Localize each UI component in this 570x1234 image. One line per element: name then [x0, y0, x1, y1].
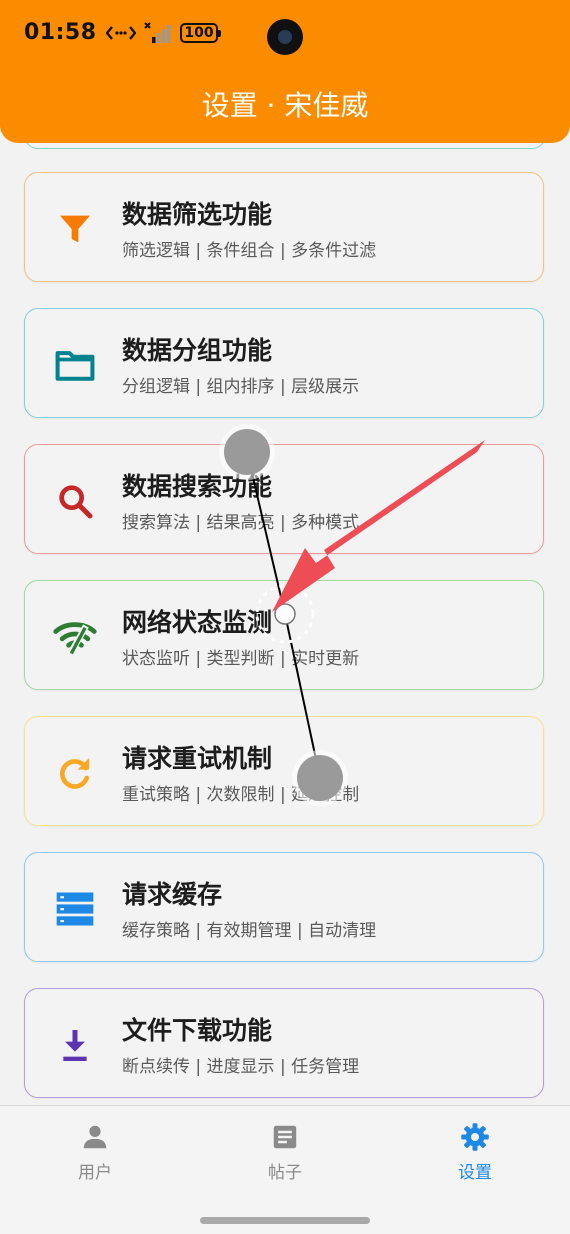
battery-icon: 100 — [180, 23, 221, 43]
filter-icon — [52, 206, 98, 252]
page-title: 设置 · 宋佳威 — [201, 89, 369, 122]
signal-icon — [144, 22, 171, 43]
feature-list[interactable]: 数据筛选功能筛选逻辑 | 条件组合 | 多条件过滤数据分组功能分组逻辑 | 组内… — [0, 143, 570, 1105]
feature-subtitle: 筛选逻辑 | 条件组合 | 多条件过滤 — [122, 241, 377, 261]
feature-title: 数据搜索功能 — [122, 472, 273, 501]
feature-title: 数据分组功能 — [122, 336, 273, 365]
home-indicator[interactable] — [200, 1217, 370, 1224]
feature-card[interactable]: 请求缓存缓存策略 | 有效期管理 | 自动清理 — [24, 852, 544, 962]
previous-card-edge[interactable] — [24, 143, 546, 149]
nav-item-settings[interactable]: 设置 — [415, 1122, 535, 1183]
folder-icon — [52, 342, 98, 388]
feature-card[interactable]: 数据筛选功能筛选逻辑 | 条件组合 | 多条件过滤 — [24, 172, 544, 282]
article-icon — [273, 1125, 297, 1149]
nav-label-settings: 设置 — [458, 1163, 492, 1183]
feature-subtitle: 分组逻辑 | 组内排序 | 层级展示 — [122, 377, 360, 397]
feature-subtitle: 缓存策略 | 有效期管理 | 自动清理 — [122, 921, 377, 941]
feature-title: 网络状态监测 — [122, 608, 273, 637]
gear-icon — [461, 1123, 489, 1151]
storage-icon — [52, 886, 98, 932]
nav-label-users: 用户 — [78, 1163, 112, 1183]
feature-card[interactable]: 网络状态监测状态监听 | 类型判断 | 实时更新 — [24, 580, 544, 690]
app-bar: 01:58 100 设置 · 宋佳威 — [0, 0, 570, 143]
status-bar: 01:58 100 — [0, 0, 570, 70]
phone-screen: 01:58 100 设置 · 宋佳威 数据筛选功能 筛选逻辑 | 条件组合 | … — [0, 0, 570, 1234]
feature-title: 数据筛选功能 — [122, 200, 273, 229]
feature-card[interactable]: 数据分组功能分组逻辑 | 组内排序 | 层级展示 — [24, 308, 544, 418]
person-icon — [83, 1125, 107, 1149]
refresh-icon — [52, 750, 98, 796]
status-time: 01:58 — [24, 20, 97, 45]
wifi-off-icon — [52, 614, 98, 660]
nav-label-posts: 帖子 — [268, 1163, 302, 1183]
bottom-navigation: 用户 帖子 设置 — [0, 1105, 570, 1234]
feature-subtitle: 断点续传 | 进度显示 | 任务管理 — [122, 1057, 360, 1077]
status-icons: 100 — [106, 22, 221, 44]
nav-item-users[interactable]: 用户 — [35, 1122, 155, 1183]
data-transfer-icon — [106, 26, 136, 40]
feature-card[interactable]: 文件下载功能断点续传 | 进度显示 | 任务管理 — [24, 988, 544, 1098]
download-icon — [52, 1022, 98, 1068]
feature-card[interactable]: 数据搜索功能搜索算法 | 结果高亮 | 多种模式 — [24, 444, 544, 554]
search-icon — [52, 478, 98, 524]
feature-title: 请求缓存 — [122, 880, 223, 909]
feature-subtitle: 搜索算法 | 结果高亮 | 多种模式 — [122, 513, 360, 533]
feature-subtitle: 重试策略 | 次数限制 | 延迟控制 — [122, 785, 360, 805]
feature-title: 请求重试机制 — [122, 744, 273, 773]
feature-card[interactable]: 请求重试机制重试策略 | 次数限制 | 延迟控制 — [24, 716, 544, 826]
feature-subtitle: 状态监听 | 类型判断 | 实时更新 — [122, 649, 360, 669]
feature-title: 文件下载功能 — [122, 1016, 273, 1045]
battery-level: 100 — [184, 25, 214, 41]
front-camera — [267, 19, 303, 55]
nav-item-posts[interactable]: 帖子 — [225, 1122, 345, 1183]
